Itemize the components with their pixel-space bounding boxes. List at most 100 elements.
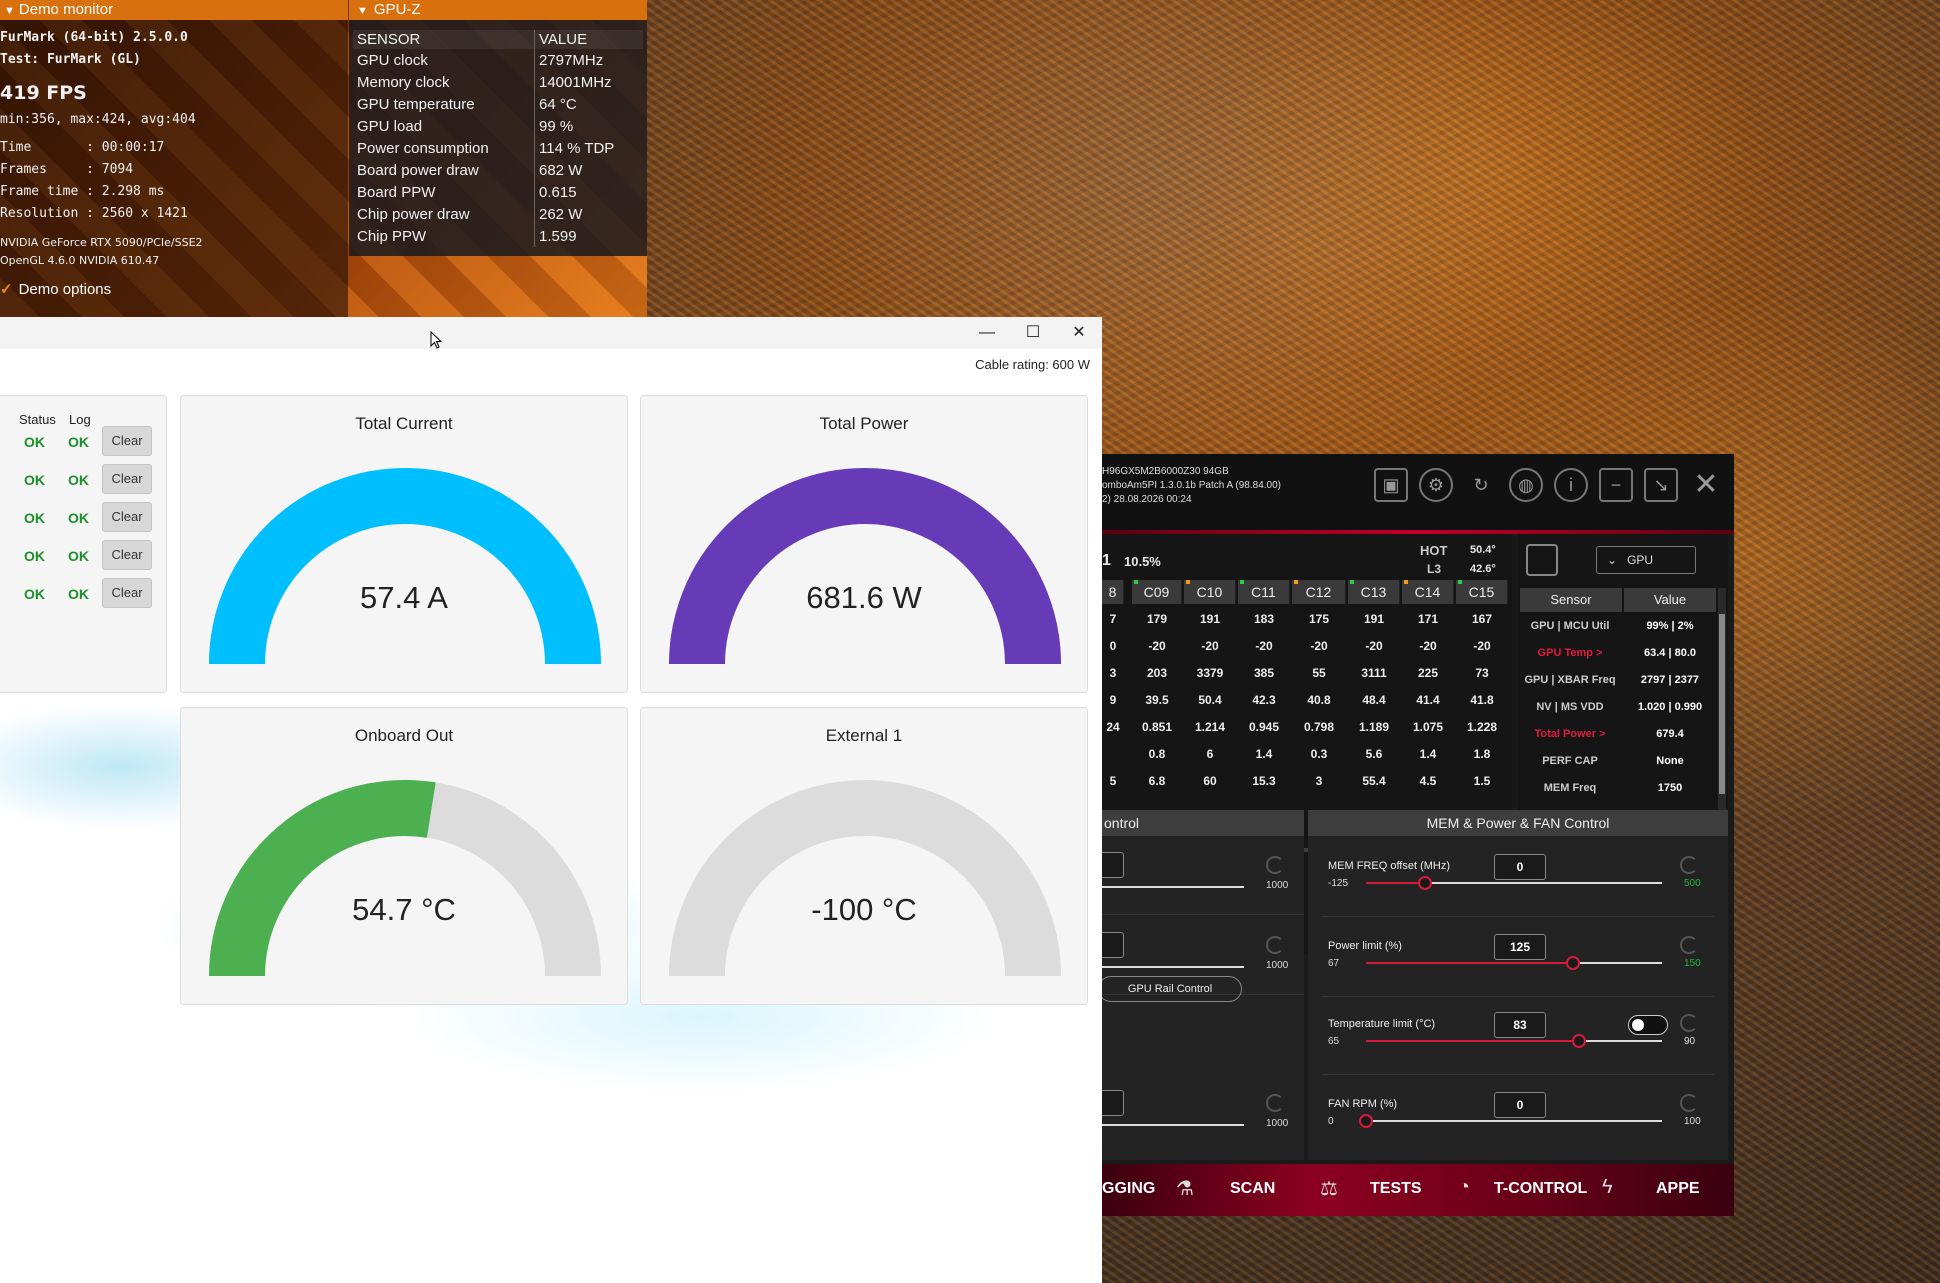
separator: [1322, 1074, 1714, 1075]
screenshot-icon[interactable]: ▣: [1374, 468, 1408, 502]
reset-icon[interactable]: [1680, 1014, 1698, 1032]
gpu-rail-control-button[interactable]: GPU Rail Control: [1102, 976, 1242, 1002]
gpu-sensor-label[interactable]: GPU Temp >: [1518, 647, 1622, 659]
control-input[interactable]: [1102, 932, 1124, 958]
globe-icon[interactable]: ◍: [1509, 468, 1543, 502]
reset-icon[interactable]: [1266, 856, 1284, 874]
slider-track[interactable]: [1366, 876, 1662, 890]
core-cell: 3: [1315, 774, 1323, 788]
control-value-input[interactable]: 0: [1494, 1092, 1546, 1118]
gpuz-header[interactable]: ▼ GPU-Z: [349, 0, 647, 20]
core-cell: 175: [1308, 612, 1330, 626]
clear-button[interactable]: Clear: [102, 426, 152, 456]
slider-knob[interactable]: [1418, 876, 1433, 890]
scrollbar[interactable]: [1718, 588, 1726, 848]
window-titlebar[interactable]: — ☐ ✕: [0, 317, 1102, 349]
slider-knob[interactable]: [1566, 956, 1581, 970]
reset-icon[interactable]: [1266, 1094, 1284, 1112]
gpu-sensor-label: GPU | MCU Util: [1530, 620, 1610, 632]
slider-fill: [1366, 882, 1426, 884]
clear-button[interactable]: Clear: [102, 502, 152, 532]
gpuz-row: Board power draw 682 W: [353, 159, 643, 181]
column-header-value: VALUE: [534, 30, 643, 49]
slider-min: 67: [1328, 958, 1340, 969]
status-row: OK OK Clear: [0, 540, 166, 570]
nav-scan[interactable]: SCAN: [1230, 1180, 1275, 1198]
demo-monitor-header[interactable]: ▼ Demo monitor: [0, 0, 348, 20]
clear-button[interactable]: Clear: [102, 578, 152, 608]
gpu-select-value: GPU: [1627, 553, 1654, 567]
gpu-control-panel: ontrol 1000 1000 1000 GPU Rail Control: [1102, 810, 1304, 1160]
status-ok: OK: [24, 510, 45, 526]
demo-options-toggle[interactable]: ✓ Demo options: [0, 280, 111, 298]
nav-appearance[interactable]: APPE: [1656, 1180, 1700, 1198]
collapse-triangle-icon[interactable]: ▼: [4, 5, 15, 17]
core-cell: 183: [1253, 612, 1275, 626]
slider-track[interactable]: [1102, 1124, 1244, 1126]
core-cell: -20: [1148, 639, 1166, 653]
core-cell: 0.8: [1148, 747, 1166, 761]
control-input[interactable]: [1102, 852, 1124, 878]
load-value: 10.5%: [1124, 554, 1161, 569]
slider-track[interactable]: [1366, 956, 1662, 970]
core-cell: 191: [1363, 612, 1385, 626]
clear-button[interactable]: Clear: [102, 464, 152, 494]
control-value-input[interactable]: 83: [1494, 1012, 1546, 1038]
refresh-icon[interactable]: ↻: [1464, 468, 1498, 502]
gpu-sensor-label[interactable]: Total Power >: [1518, 728, 1622, 740]
core-cell: 4.5: [1419, 774, 1437, 788]
slider-knob[interactable]: [1359, 1114, 1373, 1128]
memory-info: H96GX5M2B6000Z30 94GB: [1102, 466, 1229, 477]
core-cell: 171: [1417, 612, 1439, 626]
settings-gear-icon[interactable]: ⚙: [1419, 468, 1453, 502]
reset-icon[interactable]: [1680, 1094, 1698, 1112]
gpu-device-select[interactable]: ⌄ GPU: [1596, 546, 1696, 574]
scrollbar-thumb[interactable]: [1719, 614, 1725, 794]
nav-t-control[interactable]: T-CONTROL: [1494, 1180, 1587, 1198]
gpuz-row: GPU clock 2797MHz: [353, 49, 643, 71]
core-cell: 179: [1146, 612, 1168, 626]
close-icon[interactable]: ✕: [1056, 317, 1102, 349]
clear-button[interactable]: Clear: [102, 540, 152, 570]
reset-icon[interactable]: [1680, 936, 1698, 954]
minimize-icon[interactable]: −: [1599, 468, 1633, 502]
gpu-sensor-label: NV | MS VDD: [1536, 701, 1604, 713]
slider-track[interactable]: [1366, 1034, 1662, 1048]
sensor-value: 64 °C: [539, 95, 577, 113]
core-cell: 191: [1199, 612, 1221, 626]
column-header-value: Value: [1624, 588, 1716, 612]
shrink-icon[interactable]: ↘: [1644, 468, 1678, 502]
maximize-icon[interactable]: ☐: [1010, 317, 1056, 349]
gpuz-panel: SENSOR VALUE GPU clock 2797MHz Memory cloc…: [349, 20, 647, 256]
slider-track[interactable]: [1359, 1114, 1662, 1128]
info-icon[interactable]: i: [1554, 468, 1588, 502]
status-row: OK OK Clear: [0, 464, 166, 494]
slider-track[interactable]: [1102, 966, 1244, 968]
core-column-header: C11: [1238, 580, 1290, 604]
nav-tests[interactable]: TESTS: [1370, 1180, 1422, 1198]
core-cell: 1.8: [1473, 747, 1491, 761]
flask-icon: ⚗: [1176, 1178, 1194, 1200]
demo-monitor-title: Demo monitor: [18, 1, 114, 18]
control-value-input[interactable]: 125: [1494, 934, 1546, 960]
slider-fill: [1366, 1040, 1580, 1042]
control-input[interactable]: [1102, 1090, 1124, 1116]
collapse-triangle-icon[interactable]: ▼: [357, 5, 368, 17]
gpuz-row: GPU temperature 64 °C: [353, 93, 643, 115]
reset-icon[interactable]: [1266, 936, 1284, 954]
demo-monitor-panel: FurMark (64-bit) 2.5.0.0 Test: FurMark (…: [0, 20, 348, 320]
control-value-input[interactable]: 0: [1494, 854, 1546, 880]
gpu-sensor-value: 2797 | 2377: [1640, 674, 1700, 686]
core-cell: 40.8: [1307, 693, 1331, 707]
gpu-sensor-value: 679.4: [1656, 728, 1684, 740]
core-cell: 1.214: [1194, 720, 1226, 734]
slider-track[interactable]: [1102, 886, 1244, 888]
temperature-link-toggle[interactable]: [1628, 1015, 1668, 1035]
slider-knob[interactable]: [1572, 1034, 1587, 1048]
nav-logging[interactable]: GGING: [1102, 1180, 1155, 1198]
close-icon[interactable]: ✕: [1689, 468, 1723, 502]
mouse-cursor-icon: [430, 331, 443, 349]
minimize-icon[interactable]: —: [964, 317, 1010, 349]
reset-icon[interactable]: [1680, 856, 1698, 874]
core-cell: 7: [1109, 612, 1117, 626]
